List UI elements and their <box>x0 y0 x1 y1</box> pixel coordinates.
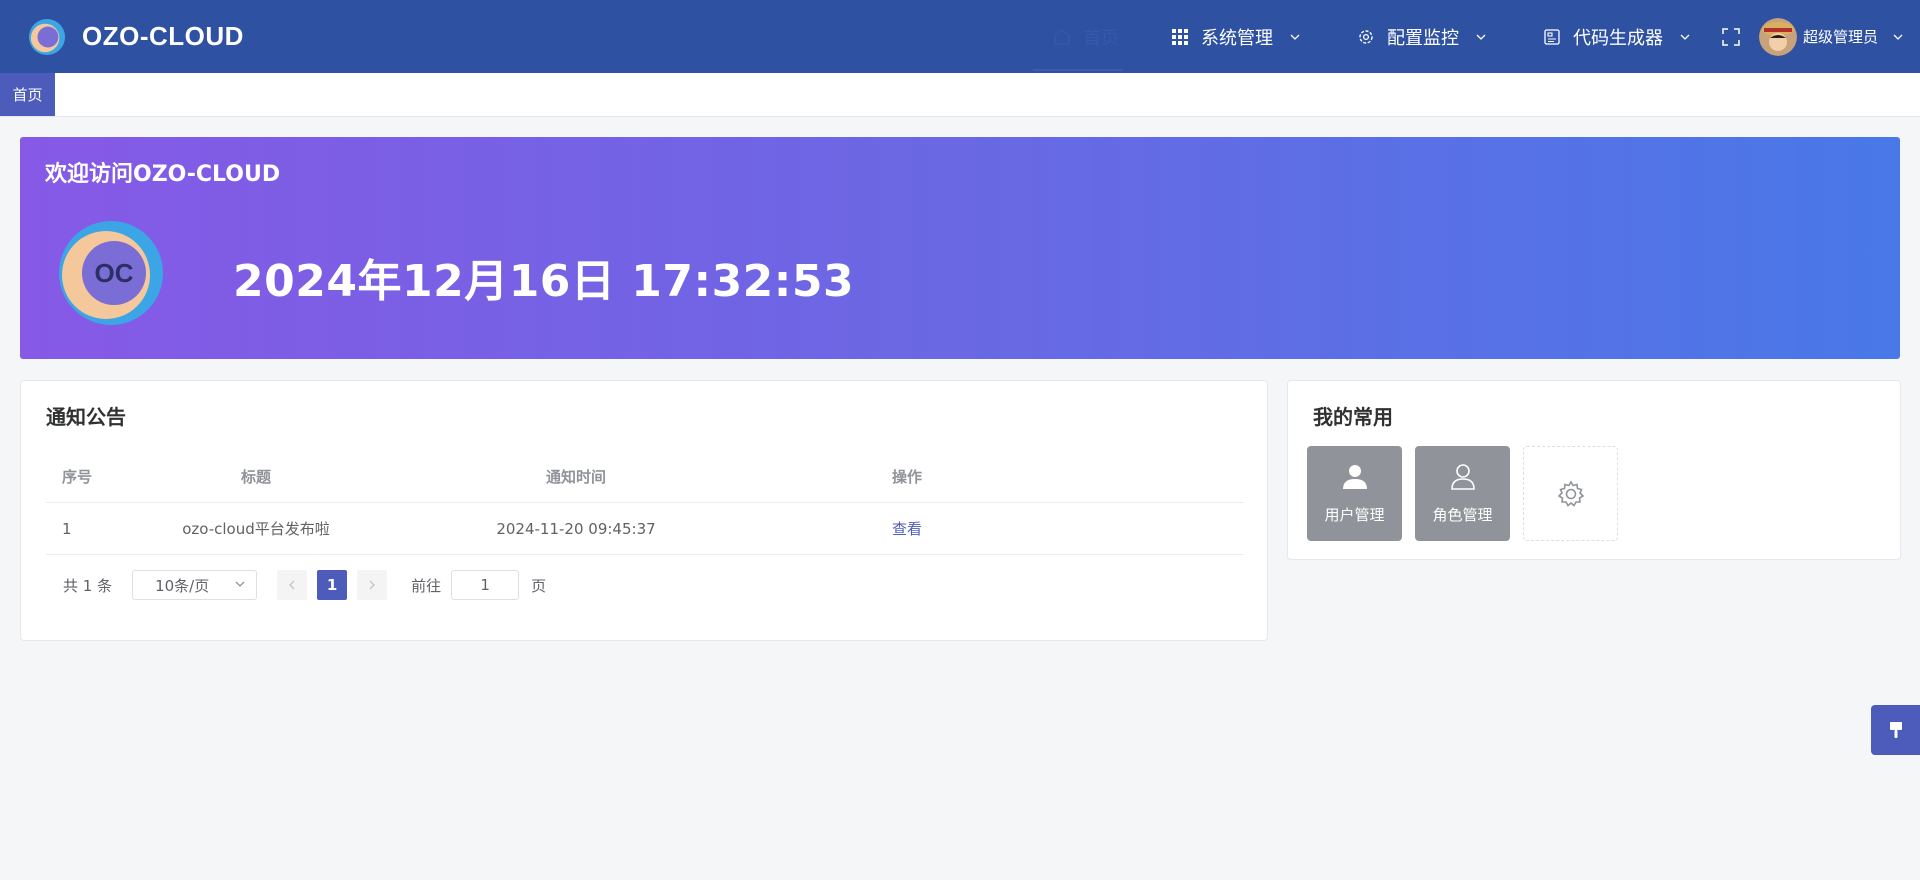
top-header: OZO-CLOUD 首页 系统管理 配置监控 代码生成器 超级管理员 <box>0 0 1920 73</box>
row-index: 1 <box>62 519 72 538</box>
nav-item-label: 配置监控 <box>1386 27 1459 49</box>
code-generator-icon <box>1543 28 1561 46</box>
nav-item-label: 代码生成器 <box>1572 27 1663 49</box>
chevron-right-icon <box>369 580 376 590</box>
chevron-down-icon <box>1892 31 1904 43</box>
favorite-role-management[interactable]: 角色管理 <box>1415 446 1510 541</box>
ozo-logo-icon <box>28 18 66 55</box>
chevron-down-icon <box>1679 31 1691 43</box>
favorites-card: 我的常用 用户管理 角色管理 <box>1287 380 1901 560</box>
chevron-down-icon <box>234 576 246 594</box>
fullscreen-icon[interactable] <box>1721 27 1741 47</box>
home-icon <box>1053 28 1071 46</box>
avatar <box>1758 17 1797 56</box>
svg-text:OC: OC <box>95 258 134 288</box>
next-page-button[interactable] <box>357 570 388 600</box>
column-header: 标题 <box>240 468 271 486</box>
current-datetime: 2024年12月16日 17:32:53 <box>233 256 855 307</box>
ozo-logo-icon: OC <box>59 221 163 325</box>
gear-icon <box>1556 479 1586 509</box>
goto-suffix: 页 <box>531 576 547 595</box>
card-title: 通知公告 <box>46 405 126 429</box>
nav-item-home[interactable]: 首页 <box>1013 0 1143 73</box>
card-title: 我的常用 <box>1313 405 1393 429</box>
column-header: 操作 <box>891 468 922 486</box>
paint-brush-icon <box>1889 722 1902 738</box>
brand[interactable]: OZO-CLOUD <box>28 0 244 73</box>
nav-item-system[interactable]: 系统管理 <box>1143 0 1329 73</box>
pagination: 共 1 条 10条/页 1 前往 页 <box>63 570 546 600</box>
goto-label: 前往 <box>411 576 442 595</box>
view-link[interactable]: 查看 <box>892 520 922 538</box>
tab-bar: 首页 <box>0 73 1920 117</box>
user-outline-icon <box>1448 462 1478 492</box>
pagination-total: 共 1 条 <box>63 576 113 595</box>
user-menu[interactable]: 超级管理员 <box>1758 0 1920 73</box>
banner-title: 欢迎访问OZO-CLOUD <box>45 162 281 187</box>
grid-icon <box>1171 28 1189 46</box>
chevron-down-icon <box>1289 31 1301 43</box>
brand-name: OZO-CLOUD <box>82 21 244 51</box>
favorite-label: 用户管理 <box>1324 506 1385 524</box>
nav-item-label: 系统管理 <box>1200 27 1273 49</box>
table-header: 序号 标题 通知时间 操作 <box>46 451 1244 503</box>
column-header: 序号 <box>62 468 93 486</box>
nav-item-label: 首页 <box>1082 27 1119 49</box>
row-title: ozo-cloud平台发布啦 <box>182 520 330 538</box>
column-header: 通知时间 <box>545 468 606 486</box>
table-row: 1 ozo-cloud平台发布啦 2024-11-20 09:45:37 查看 <box>46 503 1244 555</box>
chevron-left-icon <box>289 580 295 590</box>
gear-icon <box>1357 28 1375 46</box>
page-number-button[interactable]: 1 <box>317 570 348 600</box>
prev-page-button[interactable] <box>277 570 308 600</box>
favorite-label: 角色管理 <box>1432 506 1493 524</box>
nav-item-code-generator[interactable]: 代码生成器 <box>1515 0 1719 73</box>
tab-home[interactable]: 首页 <box>0 73 55 116</box>
favorites-settings-button[interactable] <box>1523 446 1618 541</box>
notice-table: 序号 标题 通知时间 操作 1 ozo-cloud平台发布啦 2024-11-2… <box>46 451 1244 555</box>
goto-page-input[interactable] <box>451 570 520 600</box>
page-size-select[interactable]: 10条/页 <box>132 570 258 600</box>
user-name: 超级管理员 <box>1802 28 1878 46</box>
theme-settings-button[interactable] <box>1871 705 1920 755</box>
row-time: 2024-11-20 09:45:37 <box>496 519 656 538</box>
page-size-value: 10条/页 <box>155 576 210 595</box>
welcome-banner: 欢迎访问OZO-CLOUD OC 2024年12月16日 17:32:53 <box>20 137 1900 359</box>
notice-card: 通知公告 序号 标题 通知时间 操作 1 ozo-cloud平台发布啦 2024… <box>20 380 1268 641</box>
user-filled-icon <box>1340 462 1370 492</box>
nav-item-config-monitor[interactable]: 配置监控 <box>1329 0 1515 73</box>
top-nav: 首页 系统管理 配置监控 代码生成器 超级管理员 <box>1013 0 1920 73</box>
favorites-grid: 用户管理 角色管理 <box>1307 446 1631 541</box>
favorite-user-management[interactable]: 用户管理 <box>1307 446 1402 541</box>
chevron-down-icon <box>1475 31 1487 43</box>
